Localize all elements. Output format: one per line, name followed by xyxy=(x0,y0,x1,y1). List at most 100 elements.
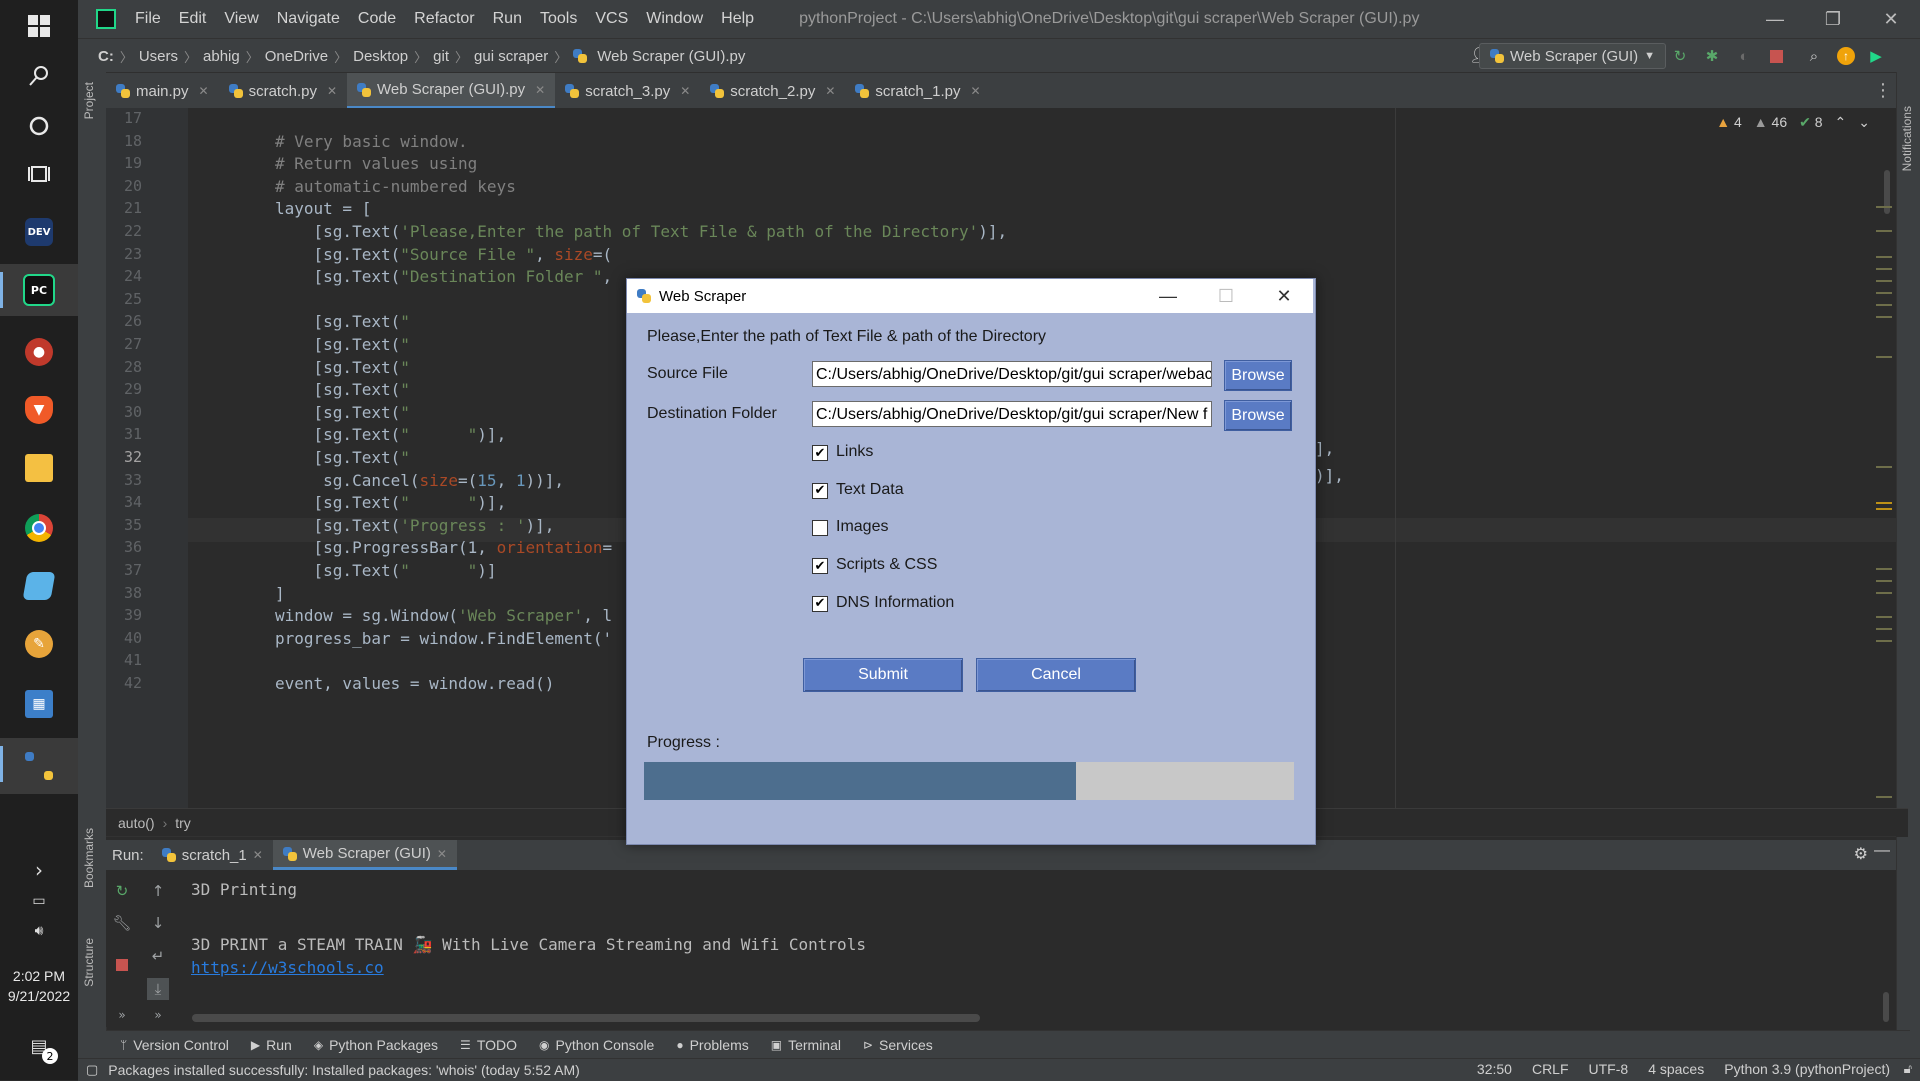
tool-tab-python-console[interactable]: ◉ Python Console xyxy=(539,1037,654,1053)
indent-setting[interactable]: 4 spaces xyxy=(1648,1061,1704,1077)
menu-help[interactable]: Help xyxy=(712,10,763,28)
option-checkbox[interactable]: ✔ xyxy=(812,445,828,461)
windows-start-icon[interactable] xyxy=(0,0,78,52)
debug-icon[interactable]: ✱ xyxy=(1702,46,1722,66)
tool-tab-run[interactable]: ▶ Run xyxy=(251,1037,292,1053)
tab-close-icon[interactable]: ✕ xyxy=(680,84,690,98)
tool-tab-terminal[interactable]: ▣ Terminal xyxy=(771,1037,841,1053)
dialog-minimize-icon[interactable]: — xyxy=(1139,279,1197,313)
menu-edit[interactable]: Edit xyxy=(170,10,216,28)
option-label[interactable]: Scripts & CSS xyxy=(836,556,937,574)
status-message[interactable]: Packages installed successfully: Install… xyxy=(108,1062,579,1078)
paint-app-icon[interactable]: ✎ xyxy=(0,618,78,670)
code-line[interactable]: ] xyxy=(275,584,285,603)
arrow-down-icon[interactable]: ↓ xyxy=(147,912,169,934)
lock-icon[interactable]: 🔓︎ xyxy=(1904,1061,1912,1077)
breadcrumb-item[interactable]: git xyxy=(427,48,455,65)
coverage-icon[interactable]: ◐ xyxy=(1734,46,1754,66)
dialog-close-icon[interactable]: ✕ xyxy=(1255,279,1313,313)
editor-tab[interactable]: Web Scraper (GUI).py ✕ xyxy=(347,73,556,109)
crumb-function[interactable]: auto() xyxy=(118,815,155,831)
notification-icon[interactable]: ▤ 2 xyxy=(0,1020,78,1072)
option-label[interactable]: Images xyxy=(836,518,888,536)
gear-icon[interactable]: ⚙ xyxy=(1854,844,1868,864)
code-line[interactable]: [sg.Text(" xyxy=(275,358,410,377)
run-config-select[interactable]: Web Scraper (GUI) ▼ xyxy=(1479,43,1666,69)
chevron-down-icon[interactable]: ⌄ xyxy=(1858,114,1870,131)
project-tool-tab[interactable]: Project xyxy=(82,82,96,119)
dev-app-icon[interactable]: DEV xyxy=(0,206,78,258)
editor-tab[interactable]: scratch_2.py ✕ xyxy=(700,73,845,109)
file-encoding[interactable]: UTF-8 xyxy=(1589,1061,1629,1077)
vertical-scrollbar[interactable] xyxy=(1883,992,1889,1022)
tab-close-icon[interactable]: ✕ xyxy=(327,84,337,98)
option-checkbox[interactable]: ✔ xyxy=(812,595,828,612)
line-separator[interactable]: CRLF xyxy=(1532,1061,1569,1077)
tool-tab-services[interactable]: ⊳ Services xyxy=(863,1037,933,1053)
code-line[interactable]: [sg.Text('Please,Enter the path of Text … xyxy=(275,222,1008,241)
menu-navigate[interactable]: Navigate xyxy=(268,10,349,28)
update-icon[interactable]: ↑ xyxy=(1836,46,1856,66)
code-line[interactable]: [sg.Text("Destination Folder ", xyxy=(275,267,613,286)
tab-close-icon[interactable]: ✕ xyxy=(253,848,263,862)
horizontal-scrollbar[interactable] xyxy=(192,1014,980,1022)
python-interpreter[interactable]: Python 3.9 (pythonProject) xyxy=(1724,1061,1890,1077)
code-line[interactable]: # automatic-numbered keys xyxy=(275,177,516,196)
source-file-input[interactable]: C:/Users/abhig/OneDrive/Desktop/git/gui … xyxy=(812,361,1212,387)
code-line[interactable]: # Very basic window. xyxy=(275,132,468,151)
code-line[interactable]: # Return values using xyxy=(275,154,477,173)
file-explorer-icon[interactable] xyxy=(0,442,78,494)
tab-close-icon[interactable]: ✕ xyxy=(535,83,545,97)
destination-folder-input[interactable]: C:/Users/abhig/OneDrive/Desktop/git/gui … xyxy=(812,401,1212,427)
destination-browse-button[interactable]: Browse xyxy=(1224,400,1292,431)
search-icon[interactable] xyxy=(0,50,78,102)
more-icon[interactable]: » xyxy=(147,1004,169,1026)
arrow-up-icon[interactable]: ↑ xyxy=(147,880,169,902)
plugin-icon[interactable]: ▶ xyxy=(1866,46,1886,66)
breadcrumb-item[interactable]: Users xyxy=(133,48,184,65)
notifications-tool-tab[interactable]: Notifications xyxy=(1900,106,1914,171)
inspection-widget[interactable]: ▲ 4 ▲ 46 ✔ 8 ⌃ ⌄ xyxy=(1716,114,1870,131)
menu-run[interactable]: Run xyxy=(484,10,531,28)
soft-wrap-icon[interactable]: ↵ xyxy=(147,945,169,967)
tab-close-icon[interactable]: ✕ xyxy=(437,847,447,861)
code-line[interactable]: [sg.Text(" xyxy=(275,380,410,399)
layout-icon[interactable]: ▢ xyxy=(86,1062,98,1078)
editor-tab[interactable]: main.py ✕ xyxy=(106,73,219,109)
restore-icon[interactable]: ❐ xyxy=(1804,0,1862,38)
code-line[interactable]: event, values = window.read() xyxy=(275,674,554,693)
brave-browser-icon[interactable]: ▼ xyxy=(0,384,78,436)
more-tabs-icon[interactable]: ⋮ xyxy=(1874,80,1892,101)
code-line[interactable]: [sg.Text(" ")] xyxy=(275,561,497,580)
cancel-button[interactable]: Cancel xyxy=(976,658,1136,692)
menu-vcs[interactable]: VCS xyxy=(586,10,637,28)
caret-position[interactable]: 32:50 xyxy=(1477,1061,1512,1077)
option-label[interactable]: Text Data xyxy=(836,481,904,499)
code-line[interactable]: [sg.Text(" ")], xyxy=(275,493,507,512)
menu-refactor[interactable]: Refactor xyxy=(405,10,483,28)
option-label[interactable]: DNS Information xyxy=(836,594,954,612)
notes-app-icon[interactable] xyxy=(0,560,78,612)
dialog-title-bar[interactable]: Web Scraper — ☐ ✕ xyxy=(627,279,1313,313)
code-line[interactable]: [sg.ProgressBar(1, orientation= xyxy=(275,538,613,557)
close-icon[interactable]: ✕ xyxy=(1862,0,1920,38)
bookmarks-tool-tab[interactable]: Bookmarks xyxy=(82,828,96,888)
output-link[interactable]: https://w3schools.co xyxy=(191,958,384,977)
run-tab[interactable]: Web Scraper (GUI) ✕ xyxy=(272,840,457,870)
hide-panel-icon[interactable]: — xyxy=(1874,842,1890,860)
tab-close-icon[interactable]: ✕ xyxy=(825,84,835,98)
code-line[interactable]: [sg.Text(" xyxy=(275,312,410,331)
scroll-to-end-icon[interactable]: ⤓ xyxy=(147,978,169,1000)
volume-icon[interactable]: 🔊︎ xyxy=(0,916,78,946)
pycharm-app-icon[interactable]: PC xyxy=(0,264,78,316)
breadcrumb-item[interactable]: abhig xyxy=(197,48,246,65)
more-icon[interactable]: » xyxy=(111,1004,133,1026)
stop-icon[interactable] xyxy=(111,954,133,976)
structure-tool-tab[interactable]: Structure xyxy=(82,938,96,987)
code-line[interactable]: [sg.Text(" xyxy=(275,403,410,422)
system-clock[interactable]: 2:02 PM 9/21/2022 xyxy=(0,966,78,1006)
code-line[interactable]: [sg.Text(" xyxy=(275,448,410,467)
menu-file[interactable]: File xyxy=(126,10,170,28)
run-tab[interactable]: scratch_1 ✕ xyxy=(152,840,273,870)
menu-view[interactable]: View xyxy=(215,10,267,28)
